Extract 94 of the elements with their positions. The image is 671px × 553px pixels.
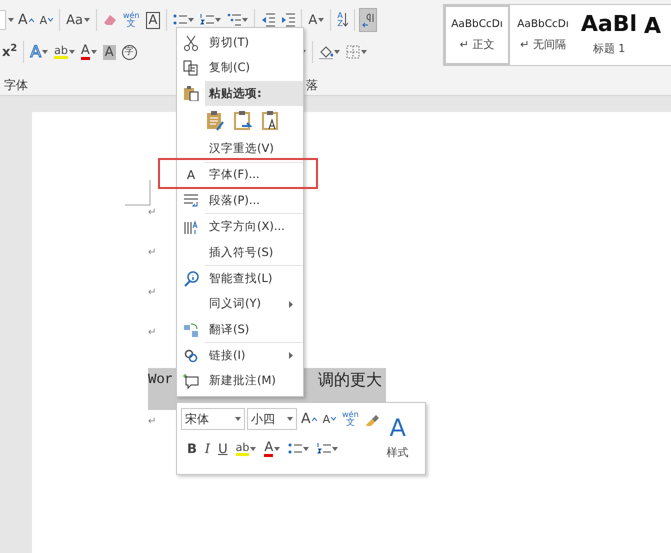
caret-icon [250, 447, 256, 451]
margin-corner-icon [125, 180, 151, 206]
paste-keep-formatting-icon [205, 110, 225, 132]
caret-icon [188, 18, 194, 22]
menu-item[interactable]: 文字方向(X)... [205, 220, 285, 234]
paragraph-mark: ↵ [148, 415, 156, 429]
enclose-character-button[interactable]: 字 [120, 40, 139, 64]
highlight-button[interactable]: ab [234, 437, 258, 461]
paragraph-mark: ↵ [148, 247, 156, 258]
caret-icon [84, 18, 90, 22]
group-label: 落 [306, 77, 318, 94]
link-icon [183, 348, 199, 364]
text-direction-icon [183, 219, 199, 236]
caret-icon [215, 18, 222, 22]
font-size-field[interactable] [0, 10, 6, 30]
asian-layout-button[interactable]: A [306, 8, 326, 32]
font-color-button[interactable]: A [262, 437, 282, 461]
caret-icon [287, 417, 293, 421]
menu-item[interactable]: 复制(C) [205, 61, 250, 75]
clipboard-icon [183, 85, 199, 102]
bullet-list-icon [288, 442, 302, 456]
caret-icon [274, 447, 280, 451]
caret-icon [318, 18, 324, 22]
show-marks-button[interactable] [359, 8, 378, 32]
italic-button[interactable]: I [202, 437, 212, 461]
bullet-list-icon [173, 13, 188, 27]
font-name-dropdown[interactable]: 宋体 [181, 408, 245, 430]
phonetic-guide-button[interactable]: wén 文 [120, 8, 142, 32]
character-shading-button[interactable]: A [100, 40, 118, 64]
shrink-font-button[interactable]: A [38, 8, 56, 32]
bold-button[interactable]: B [185, 437, 199, 461]
eraser-icon [102, 13, 117, 27]
paste-option-button[interactable] [233, 110, 253, 132]
multilevel-list-icon [227, 13, 242, 27]
grow-font-button[interactable]: A [16, 8, 36, 32]
numbered-list-icon [317, 442, 332, 456]
menu-item[interactable]: 插入符号(S) [205, 246, 274, 260]
menu-item[interactable]: 同义词(Y) [205, 297, 261, 312]
caret-icon [242, 18, 248, 22]
superscript-button[interactable]: x$^{2}$ [0, 40, 20, 64]
outdent-icon [261, 13, 276, 27]
menu-item[interactable]: 新建批注(M) [205, 374, 276, 388]
styles-button[interactable]: A 样式 [384, 407, 411, 467]
caret-icon [332, 447, 338, 451]
underline-button[interactable]: U [216, 437, 230, 461]
magnifier-icon [183, 270, 199, 287]
menu-section-header: 粘贴选项: [205, 80, 303, 106]
caret-icon [42, 50, 48, 54]
font-color-button[interactable]: A [78, 40, 99, 64]
menu-item[interactable]: 剪切(T) [205, 36, 249, 50]
caret-icon [235, 417, 241, 421]
sort-button[interactable]: AZ [335, 8, 350, 32]
style-item[interactable]: AaBbCcDı ↵ 正文 [444, 5, 510, 65]
menu-item[interactable]: 字体(F)... [205, 168, 260, 182]
paste-merge-icon [233, 110, 253, 132]
font-size-dropdown[interactable]: 小四 [247, 408, 297, 430]
arrow-icon [343, 13, 348, 27]
paragraph-icon [183, 192, 199, 209]
translate-icon [183, 322, 199, 338]
phonetic-guide-button[interactable]: wén 文 [340, 407, 361, 431]
selected-text: 调的更大 [318, 370, 382, 390]
paragraph-mark-icon [361, 13, 376, 27]
font-letter-icon: A [186, 166, 196, 184]
group-label: 字体 [4, 77, 28, 94]
caret-icon [90, 50, 97, 54]
copy-icon [183, 60, 199, 76]
paragraph-mark: ↵ [148, 327, 156, 338]
menu-item[interactable]: 段落(P)... [205, 194, 260, 208]
paste-option-button[interactable] [261, 110, 281, 132]
numbered-list-icon [200, 13, 214, 27]
menu-item[interactable]: 智能查找(L) [205, 272, 272, 286]
paragraph-mark: ↵ [148, 207, 156, 218]
comment-icon [183, 373, 199, 390]
paragraph-mark: ↵ [148, 287, 156, 298]
paste-text-only-icon [261, 110, 281, 132]
change-case-button[interactable]: Aa [64, 8, 92, 32]
caret-icon [360, 50, 367, 54]
caret-icon [334, 50, 340, 54]
selected-text: Wor [148, 371, 174, 390]
caret-icon [303, 447, 310, 451]
caret-icon [8, 18, 14, 22]
borders-icon [346, 45, 360, 59]
paint-bucket-icon [318, 45, 333, 59]
menu-item[interactable]: 翻译(S) [205, 322, 250, 336]
paste-option-button[interactable] [205, 110, 225, 132]
caret-icon [68, 50, 75, 54]
format-painter-icon [364, 412, 379, 426]
scissors-icon [183, 34, 199, 51]
menu-item[interactable]: 链接(I) [205, 349, 246, 363]
grow-font-button[interactable]: A [299, 407, 319, 431]
shrink-font-button[interactable]: A [320, 407, 338, 431]
indent-icon [281, 13, 296, 27]
highlight-button[interactable]: ab [52, 40, 77, 64]
menu-item[interactable]: 汉字重选(V) [205, 142, 274, 156]
